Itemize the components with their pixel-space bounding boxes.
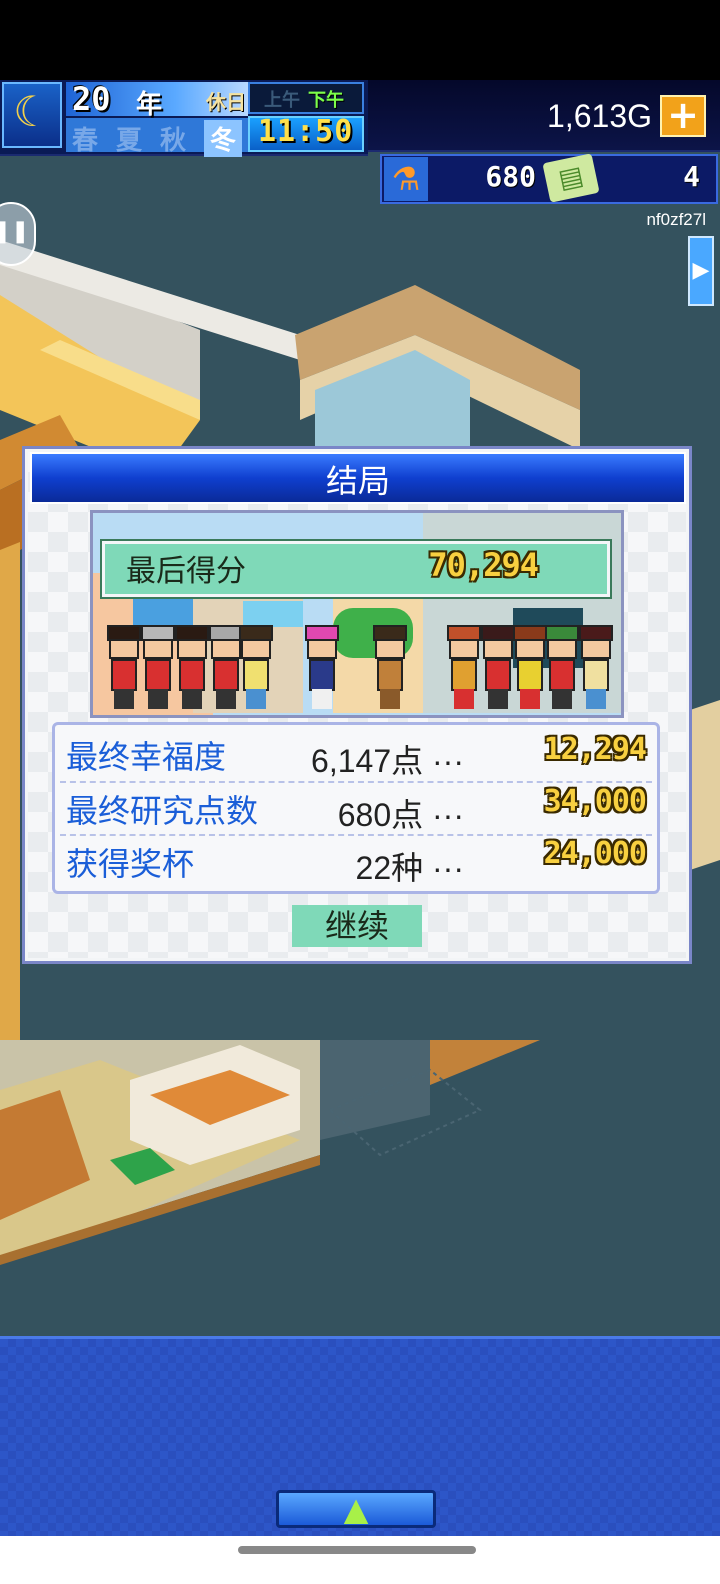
season-autumn: 秋 bbox=[160, 126, 187, 156]
nav-bar bbox=[0, 1536, 720, 1584]
row-value-happiness: 6,147点 ··· bbox=[311, 743, 464, 779]
am-label: 上午 bbox=[264, 90, 300, 111]
pause-icon[interactable]: ❚❚ bbox=[0, 202, 36, 266]
season-summer: 夏 bbox=[116, 126, 143, 156]
moon-icon: ☾ bbox=[13, 87, 51, 136]
pm-label: 下午 bbox=[308, 90, 344, 111]
year-unit: 年 bbox=[136, 90, 163, 120]
status-bar bbox=[0, 0, 720, 80]
row-divider bbox=[60, 781, 652, 783]
final-score-label: 最后得分 bbox=[126, 554, 246, 589]
dialog-title: 结局 bbox=[325, 462, 390, 500]
row-label-trophies: 获得奖杯 bbox=[66, 845, 195, 883]
season-winter: 冬 bbox=[204, 120, 243, 157]
character-5 bbox=[237, 625, 275, 713]
row-value-trophies: 22种 ··· bbox=[355, 850, 464, 886]
plus-icon[interactable]: + bbox=[660, 95, 706, 137]
ticket-count: 4 bbox=[683, 160, 700, 193]
row-label-happiness: 最终幸福度 bbox=[66, 738, 227, 776]
continue-button[interactable]: 继续 bbox=[292, 905, 422, 947]
arrow-right-icon[interactable]: ▶ bbox=[688, 236, 714, 306]
row-points-trophies: 24,000 bbox=[543, 836, 647, 871]
home-indicator[interactable] bbox=[238, 1546, 476, 1554]
row-points-happiness: 12,294 bbox=[543, 732, 647, 767]
money-amount: 1,613G bbox=[547, 98, 652, 134]
arrow-up-icon[interactable]: ▲ bbox=[276, 1490, 436, 1528]
character-8 bbox=[445, 625, 483, 713]
character-1 bbox=[105, 625, 143, 713]
row-label-research: 最终研究点数 bbox=[66, 792, 259, 830]
year-number: 20 bbox=[72, 80, 111, 118]
shop-windows bbox=[243, 601, 303, 627]
clock-time: 11:50 bbox=[258, 114, 354, 149]
flask-icon: ⚗ bbox=[384, 157, 428, 201]
character-3 bbox=[173, 625, 211, 713]
character-12 bbox=[577, 625, 615, 713]
character-11 bbox=[543, 625, 581, 713]
character-6 bbox=[303, 625, 341, 713]
day-type-label: 休日 bbox=[206, 90, 246, 114]
season-spring: 春 bbox=[72, 126, 99, 156]
final-score-value: 70,294 bbox=[428, 546, 539, 584]
research-points: 680 bbox=[485, 160, 536, 193]
row-value-research: 680点 ··· bbox=[337, 797, 464, 833]
character-2 bbox=[139, 625, 177, 713]
character-7 bbox=[371, 625, 409, 713]
user-id: nf0zf27l bbox=[646, 210, 706, 229]
row-points-research: 34,000 bbox=[543, 784, 647, 819]
